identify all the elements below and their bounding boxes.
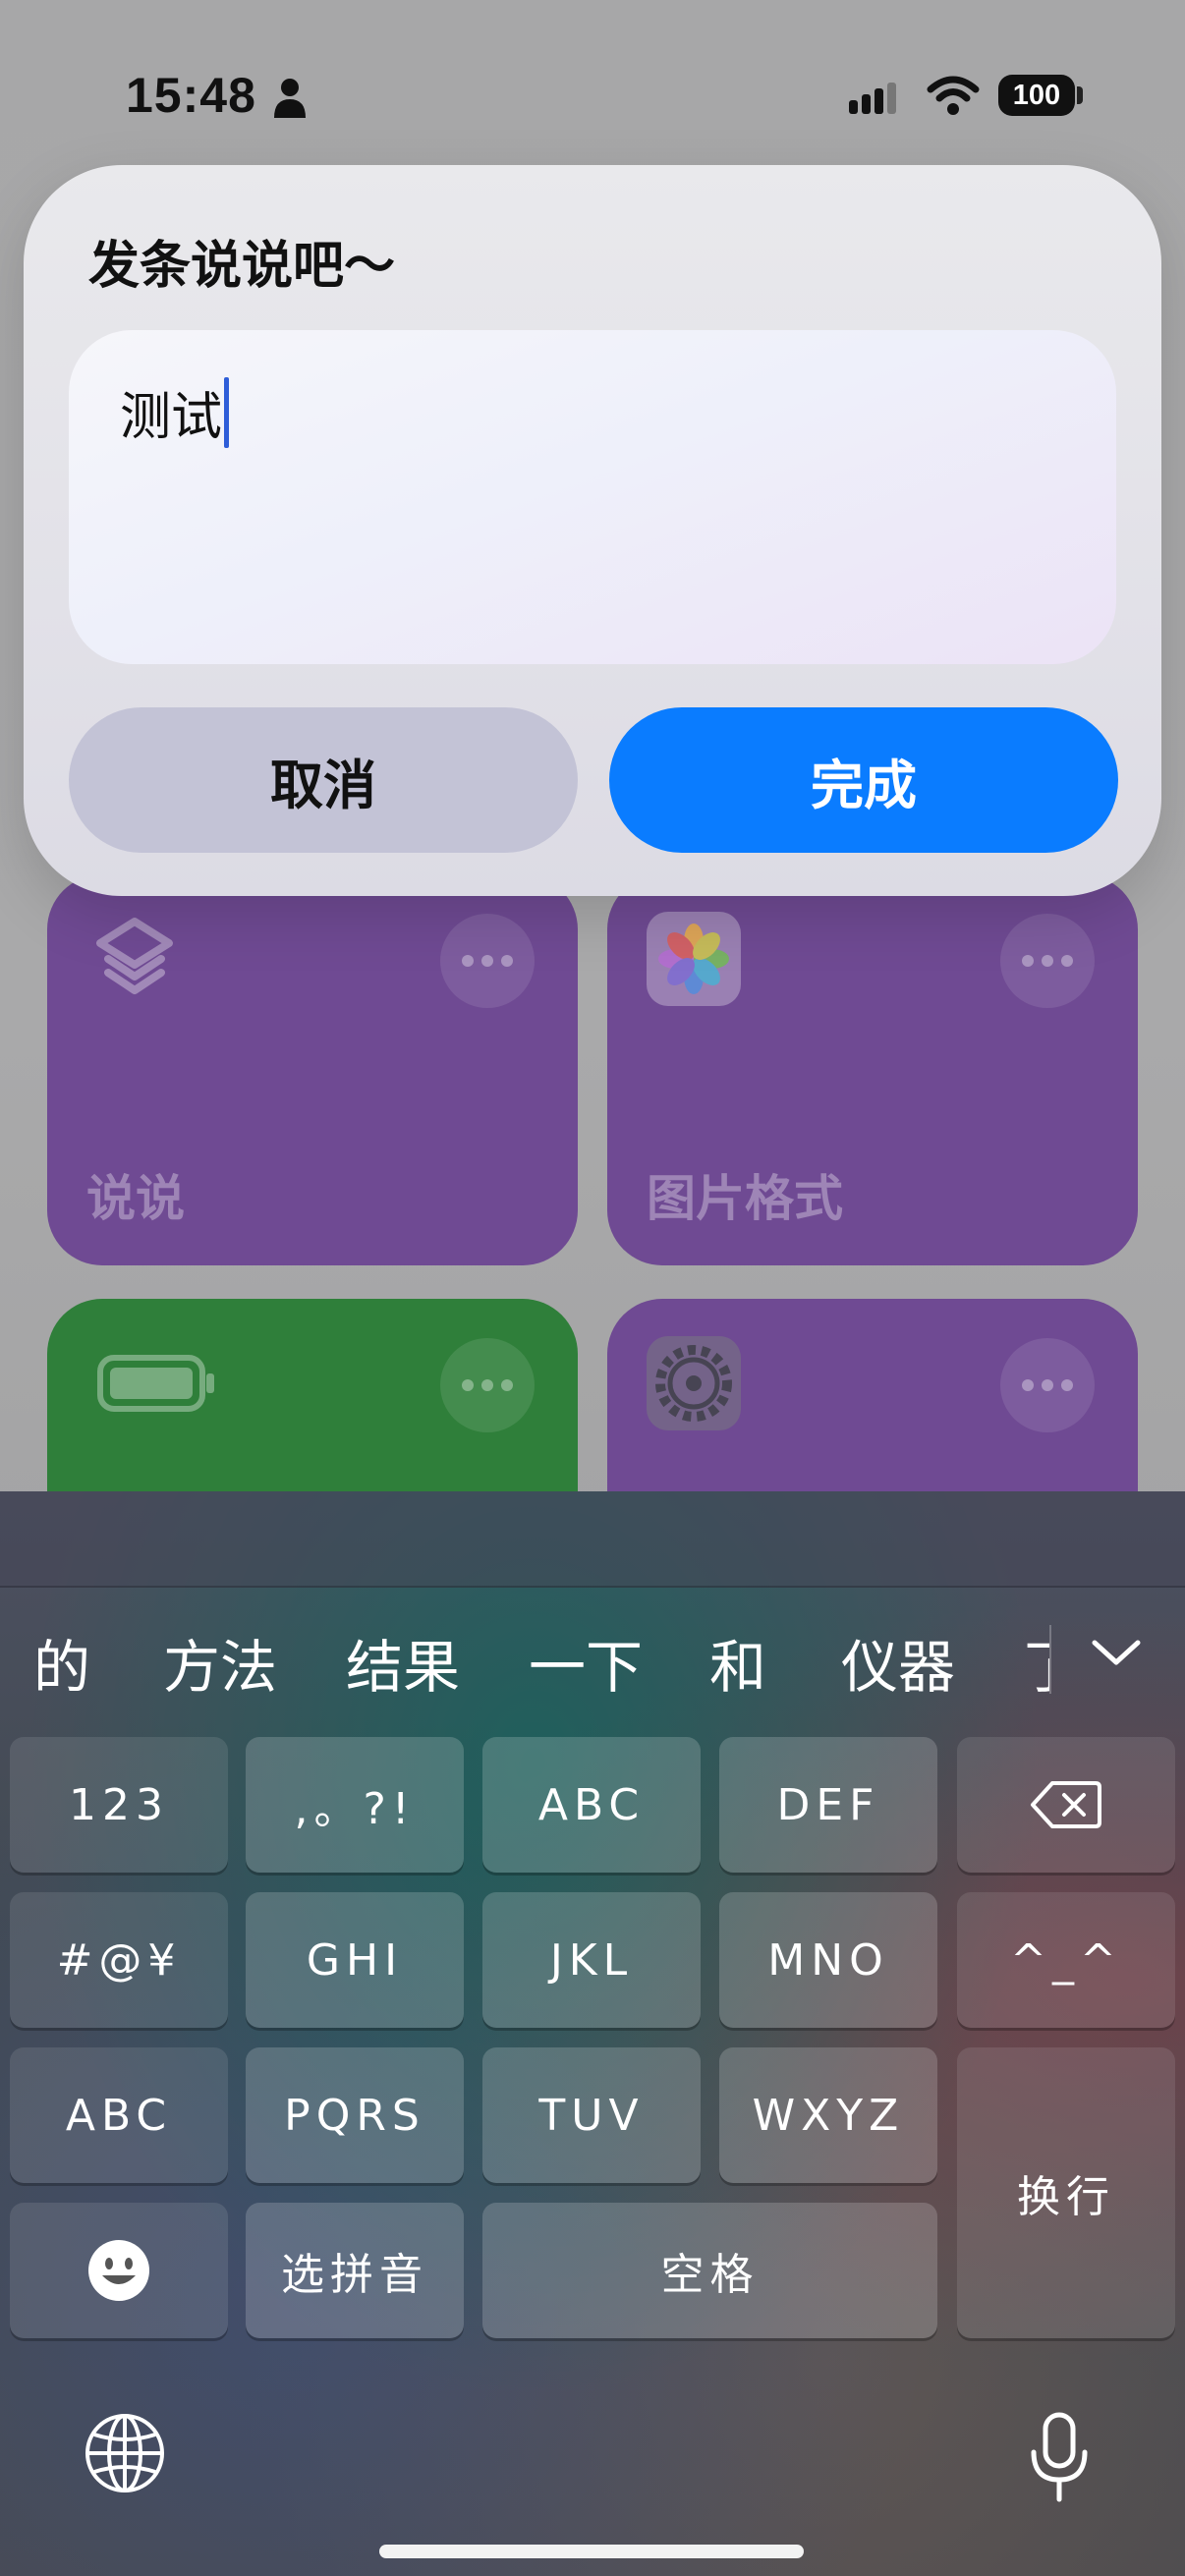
key-symbols[interactable]: #@¥	[10, 1892, 228, 2028]
candidate-bar: 的 方法 结果 一下 和 仪器 了	[0, 1586, 1185, 1723]
candidate-item[interactable]: 了	[1022, 1621, 1049, 1704]
key-punctuation[interactable]: ,。?!	[246, 1737, 464, 1873]
done-button[interactable]: 完成	[609, 707, 1118, 853]
chevron-down-icon[interactable]	[1089, 1635, 1144, 1670]
candidate-item[interactable]: 结果	[346, 1621, 460, 1704]
key-abc[interactable]: ABC	[482, 1737, 701, 1873]
shortcut-tile-image-format[interactable]: 图片格式	[607, 874, 1138, 1265]
return-key[interactable]: 换行	[957, 2047, 1175, 2338]
microphone-icon[interactable]	[1026, 2411, 1093, 2505]
candidate-item[interactable]: 和	[709, 1621, 766, 1704]
key-pqrs[interactable]: PQRS	[246, 2047, 464, 2183]
text-caret	[224, 377, 230, 448]
emoji-key[interactable]	[10, 2203, 228, 2338]
key-select-pinyin[interactable]: 选拼音	[246, 2203, 464, 2338]
cellular-signal-icon	[849, 83, 896, 114]
person-icon	[274, 79, 306, 118]
space-key[interactable]: 空格	[482, 2203, 937, 2338]
dialog-title: 发条说说吧～	[88, 237, 396, 296]
more-icon[interactable]	[1000, 914, 1095, 1008]
more-icon[interactable]	[1000, 1338, 1095, 1432]
candidate-item[interactable]: 的	[33, 1621, 90, 1704]
key-def[interactable]: DEF	[719, 1737, 937, 1873]
keyboard-top-bar	[0, 1491, 1185, 1588]
layers-icon	[96, 918, 173, 994]
key-123[interactable]: 123	[10, 1737, 228, 1873]
key-abc-switch[interactable]: ABC	[10, 2047, 228, 2183]
more-icon[interactable]	[440, 914, 535, 1008]
key-jkl[interactable]: JKL	[482, 1892, 701, 2028]
key-kaomoji[interactable]: ^_^	[957, 1892, 1175, 2028]
status-time: 15:48	[126, 68, 256, 123]
input-value: 测试	[120, 388, 223, 447]
candidate-divider	[1049, 1625, 1051, 1694]
key-ghi[interactable]: GHI	[246, 1892, 464, 2028]
candidate-item[interactable]: 仪器	[841, 1621, 955, 1704]
input-text: 测试	[120, 375, 230, 449]
post-dialog: 发条说说吧～ 测试 取消 完成	[24, 165, 1161, 896]
backspace-icon	[1031, 1781, 1101, 1828]
battery-tip	[1077, 86, 1083, 104]
key-tuv[interactable]: TUV	[482, 2047, 701, 2183]
tile-label: 说说	[86, 1170, 185, 1227]
more-icon[interactable]	[440, 1338, 535, 1432]
battery-indicator: 100	[998, 75, 1075, 116]
key-mno[interactable]: MNO	[719, 1892, 937, 2028]
status-bar: 15:48 100	[0, 0, 1185, 167]
cancel-button[interactable]: 取消	[69, 707, 578, 853]
candidate-item[interactable]: 一下	[529, 1621, 643, 1704]
globe-icon[interactable]	[83, 2411, 167, 2495]
tile-label: 图片格式	[647, 1170, 843, 1227]
photos-icon	[647, 912, 741, 1006]
wifi-icon	[927, 76, 980, 115]
battery-icon	[97, 1355, 214, 1412]
home-indicator	[379, 2545, 804, 2558]
settings-gear-icon	[647, 1336, 741, 1430]
keyboard: 的 方法 结果 一下 和 仪器 了 123 ,。?! ABC DEF #@¥ G…	[0, 1491, 1185, 2576]
post-text-input[interactable]: 测试	[69, 330, 1116, 664]
delete-key[interactable]	[957, 1737, 1175, 1873]
candidate-item[interactable]: 方法	[163, 1621, 277, 1704]
emoji-icon	[88, 2240, 149, 2301]
key-wxyz[interactable]: WXYZ	[719, 2047, 937, 2183]
shortcut-tile-shuoshuo[interactable]: 说说	[47, 874, 578, 1265]
